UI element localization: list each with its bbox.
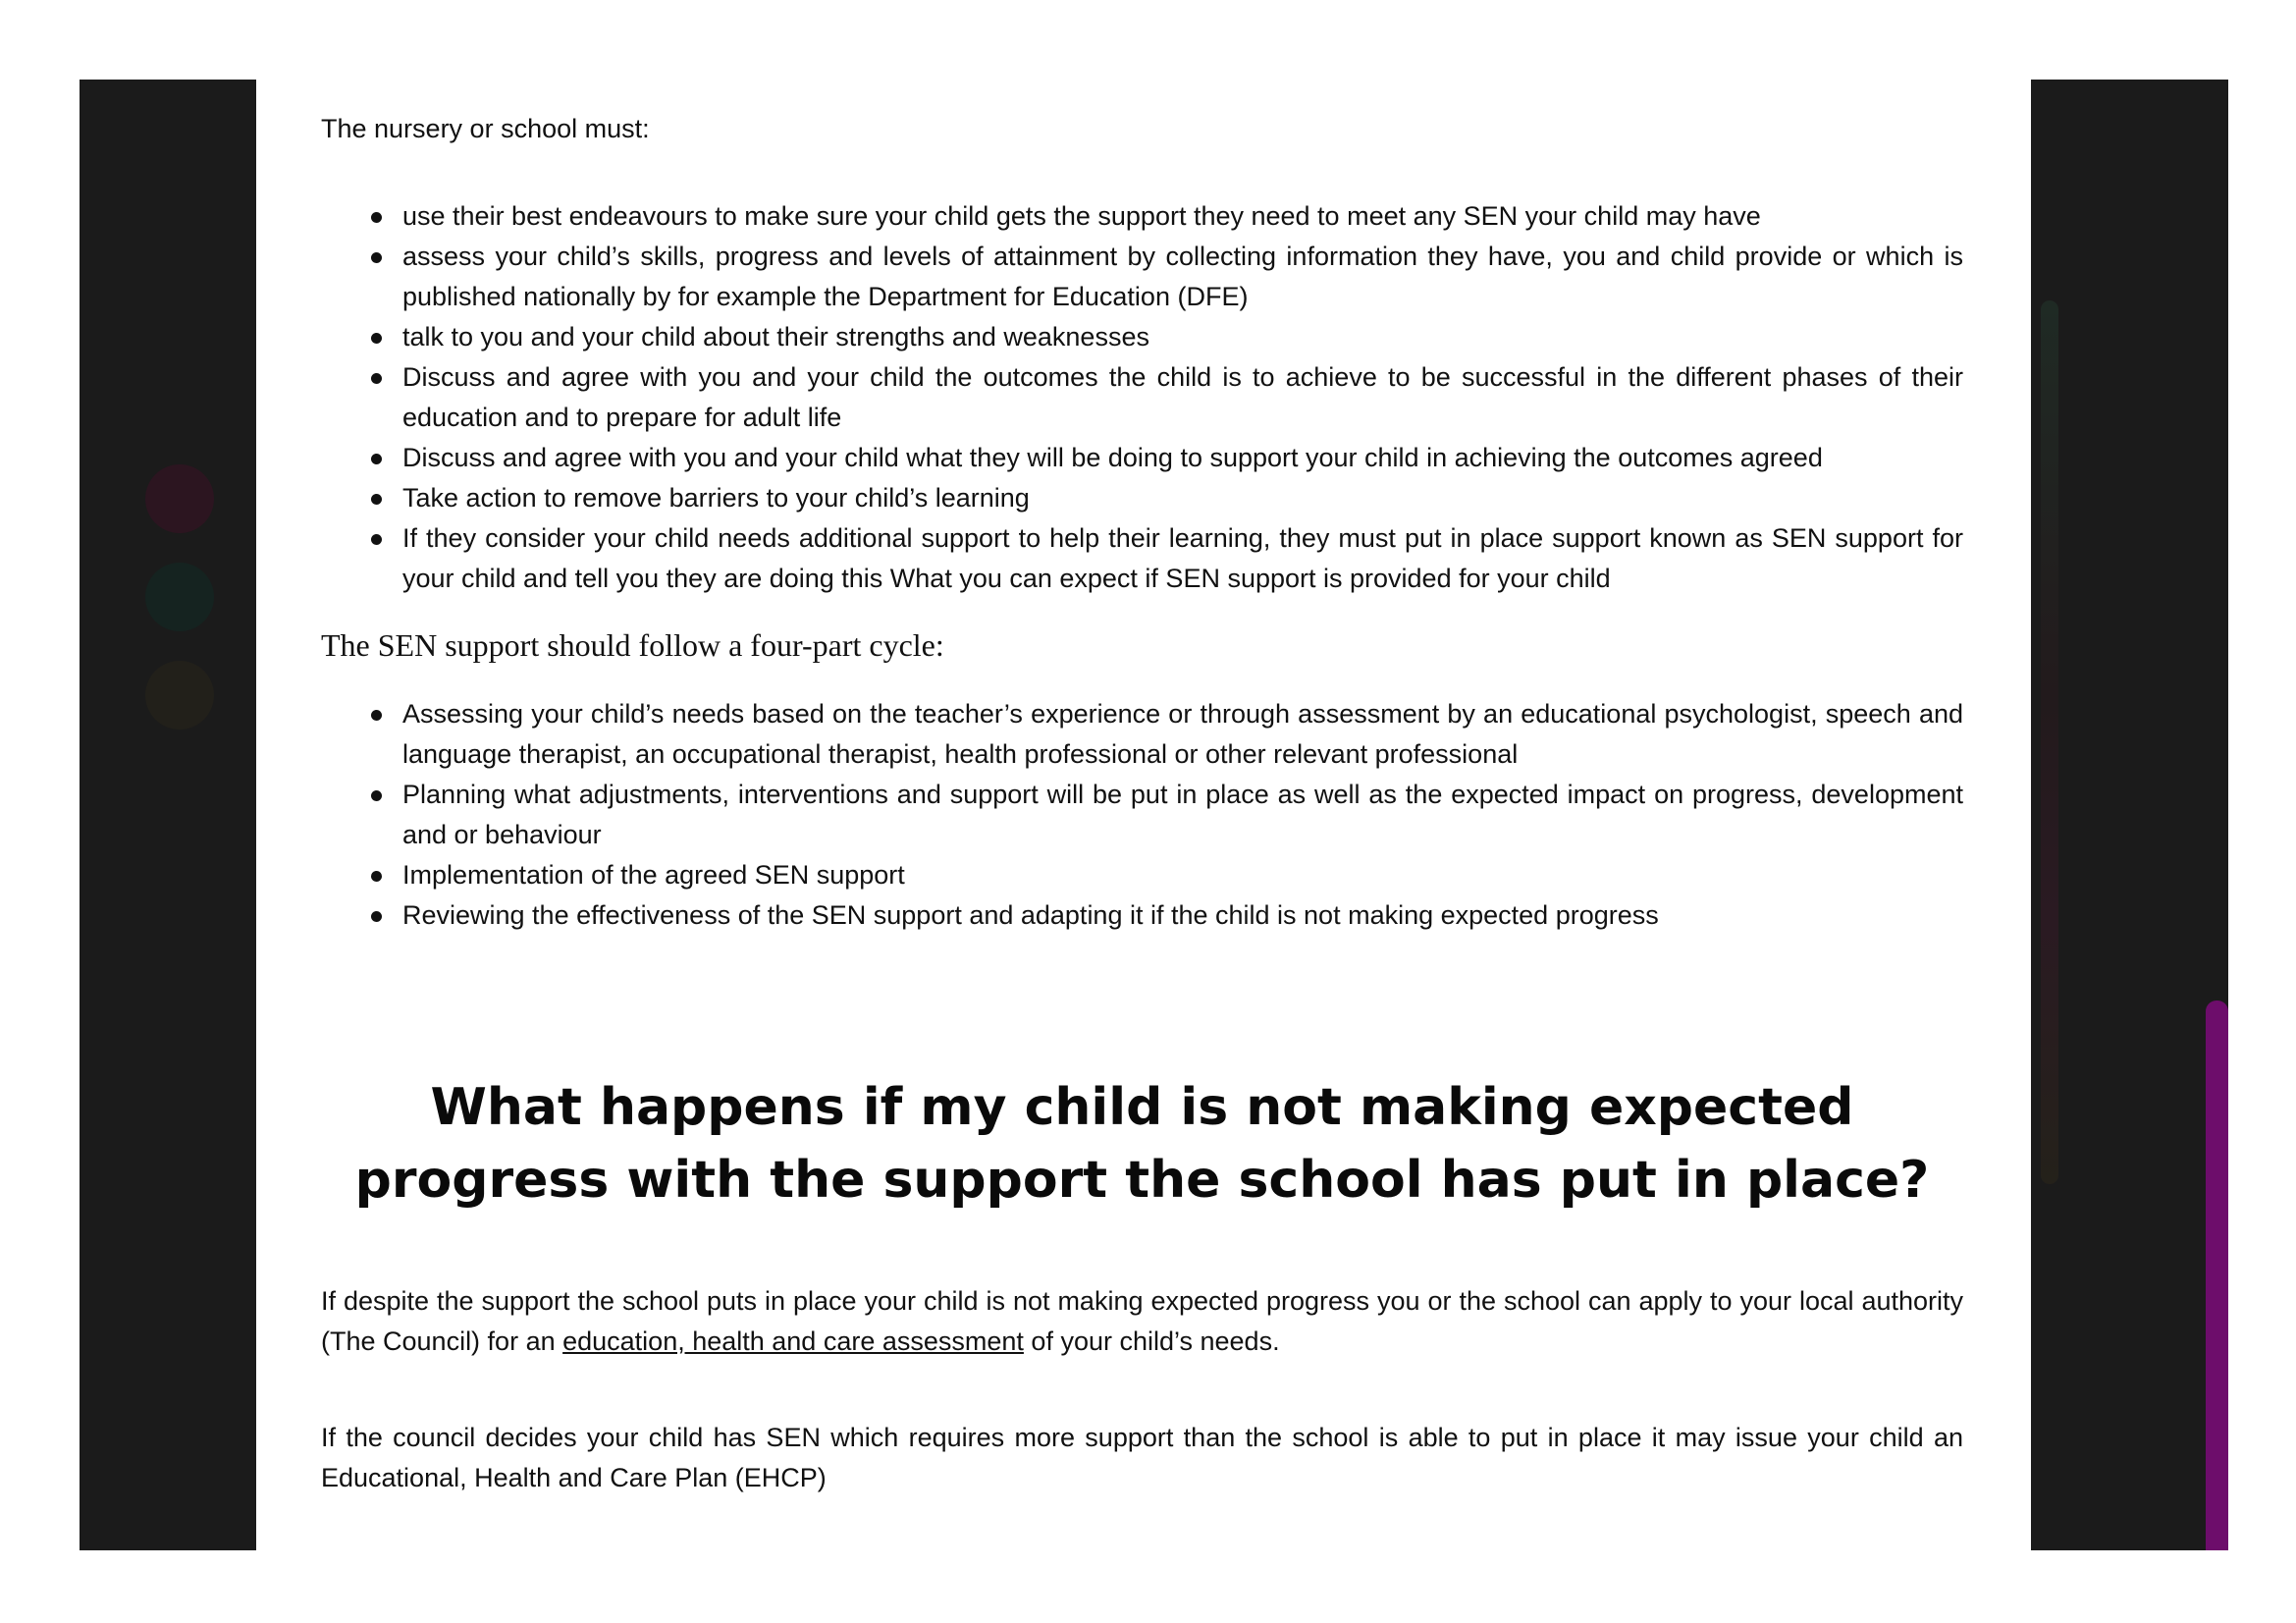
left-side-panel (80, 80, 256, 1550)
paragraph-assessment: If despite the support the school puts i… (321, 1281, 1963, 1362)
faded-pink-circle (145, 464, 214, 533)
paragraph-ehcp: If the council decides your child has SE… (321, 1423, 1963, 1492)
must-list: use their best endeavours to make sure y… (321, 196, 1963, 599)
list-item: Discuss and agree with you and your chil… (321, 438, 1963, 478)
faded-teal-circle (145, 563, 214, 631)
bullet-icon (371, 911, 382, 922)
list-item: Take action to remove barriers to your c… (321, 478, 1963, 518)
cycle-list: Assessing your child’s needs based on th… (321, 694, 1963, 936)
document-content: The nursery or school must: use their be… (321, 80, 1963, 1498)
bullet-icon (371, 212, 382, 223)
cycle-heading: The SEN support should follow a four-par… (321, 627, 944, 663)
bullet-icon (371, 454, 382, 464)
list-item-text: Discuss and agree with you and your chil… (402, 362, 1963, 432)
list-item-text: Assessing your child’s needs based on th… (402, 699, 1963, 769)
right-side-panel (2031, 80, 2228, 1550)
list-item: talk to you and your child about their s… (321, 317, 1963, 357)
scrollbar-thumb[interactable] (2206, 1001, 2228, 1550)
list-item: Implementation of the agreed SEN support (321, 855, 1963, 895)
list-item-text: Implementation of the agreed SEN support (402, 860, 905, 890)
list-item-text: use their best endeavours to make sure y… (402, 201, 1761, 231)
list-item-text: If they consider your child needs additi… (402, 523, 1963, 593)
list-item: If they consider your child needs additi… (321, 518, 1963, 599)
bullet-icon (371, 534, 382, 545)
ehc-assessment-link[interactable]: education, health and care assessment (562, 1326, 1024, 1356)
section-heading: What happens if my child is not making e… (354, 1078, 1930, 1210)
list-item: use their best endeavours to make sure y… (321, 196, 1963, 237)
bullet-icon (371, 871, 382, 882)
bullet-icon (371, 710, 382, 721)
bullet-icon (371, 333, 382, 344)
list-item-text: Take action to remove barriers to your c… (402, 483, 1030, 513)
list-item-text: assess your child’s skills, progress and… (402, 242, 1963, 311)
intro-text: The nursery or school must: (321, 114, 650, 143)
list-item-text: Planning what adjustments, interventions… (402, 780, 1963, 849)
list-item: Planning what adjustments, interventions… (321, 775, 1963, 855)
list-item-text: talk to you and your child about their s… (402, 322, 1149, 352)
list-item-text: Discuss and agree with you and your chil… (402, 443, 1823, 472)
list-item: Discuss and agree with you and your chil… (321, 357, 1963, 438)
paragraph-text: of your child’s needs. (1023, 1326, 1280, 1356)
list-item: assess your child’s skills, progress and… (321, 237, 1963, 317)
list-item-text: Reviewing the effectiveness of the SEN s… (402, 900, 1659, 930)
list-item: Reviewing the effectiveness of the SEN s… (321, 895, 1963, 936)
bullet-icon (371, 373, 382, 384)
list-item: Assessing your child’s needs based on th… (321, 694, 1963, 775)
faded-olive-circle (145, 661, 214, 730)
document-page: The nursery or school must: use their be… (256, 80, 2031, 1550)
faded-vertical-bar (2041, 300, 2058, 1184)
bullet-icon (371, 252, 382, 263)
bullet-icon (371, 494, 382, 505)
bullet-icon (371, 790, 382, 801)
